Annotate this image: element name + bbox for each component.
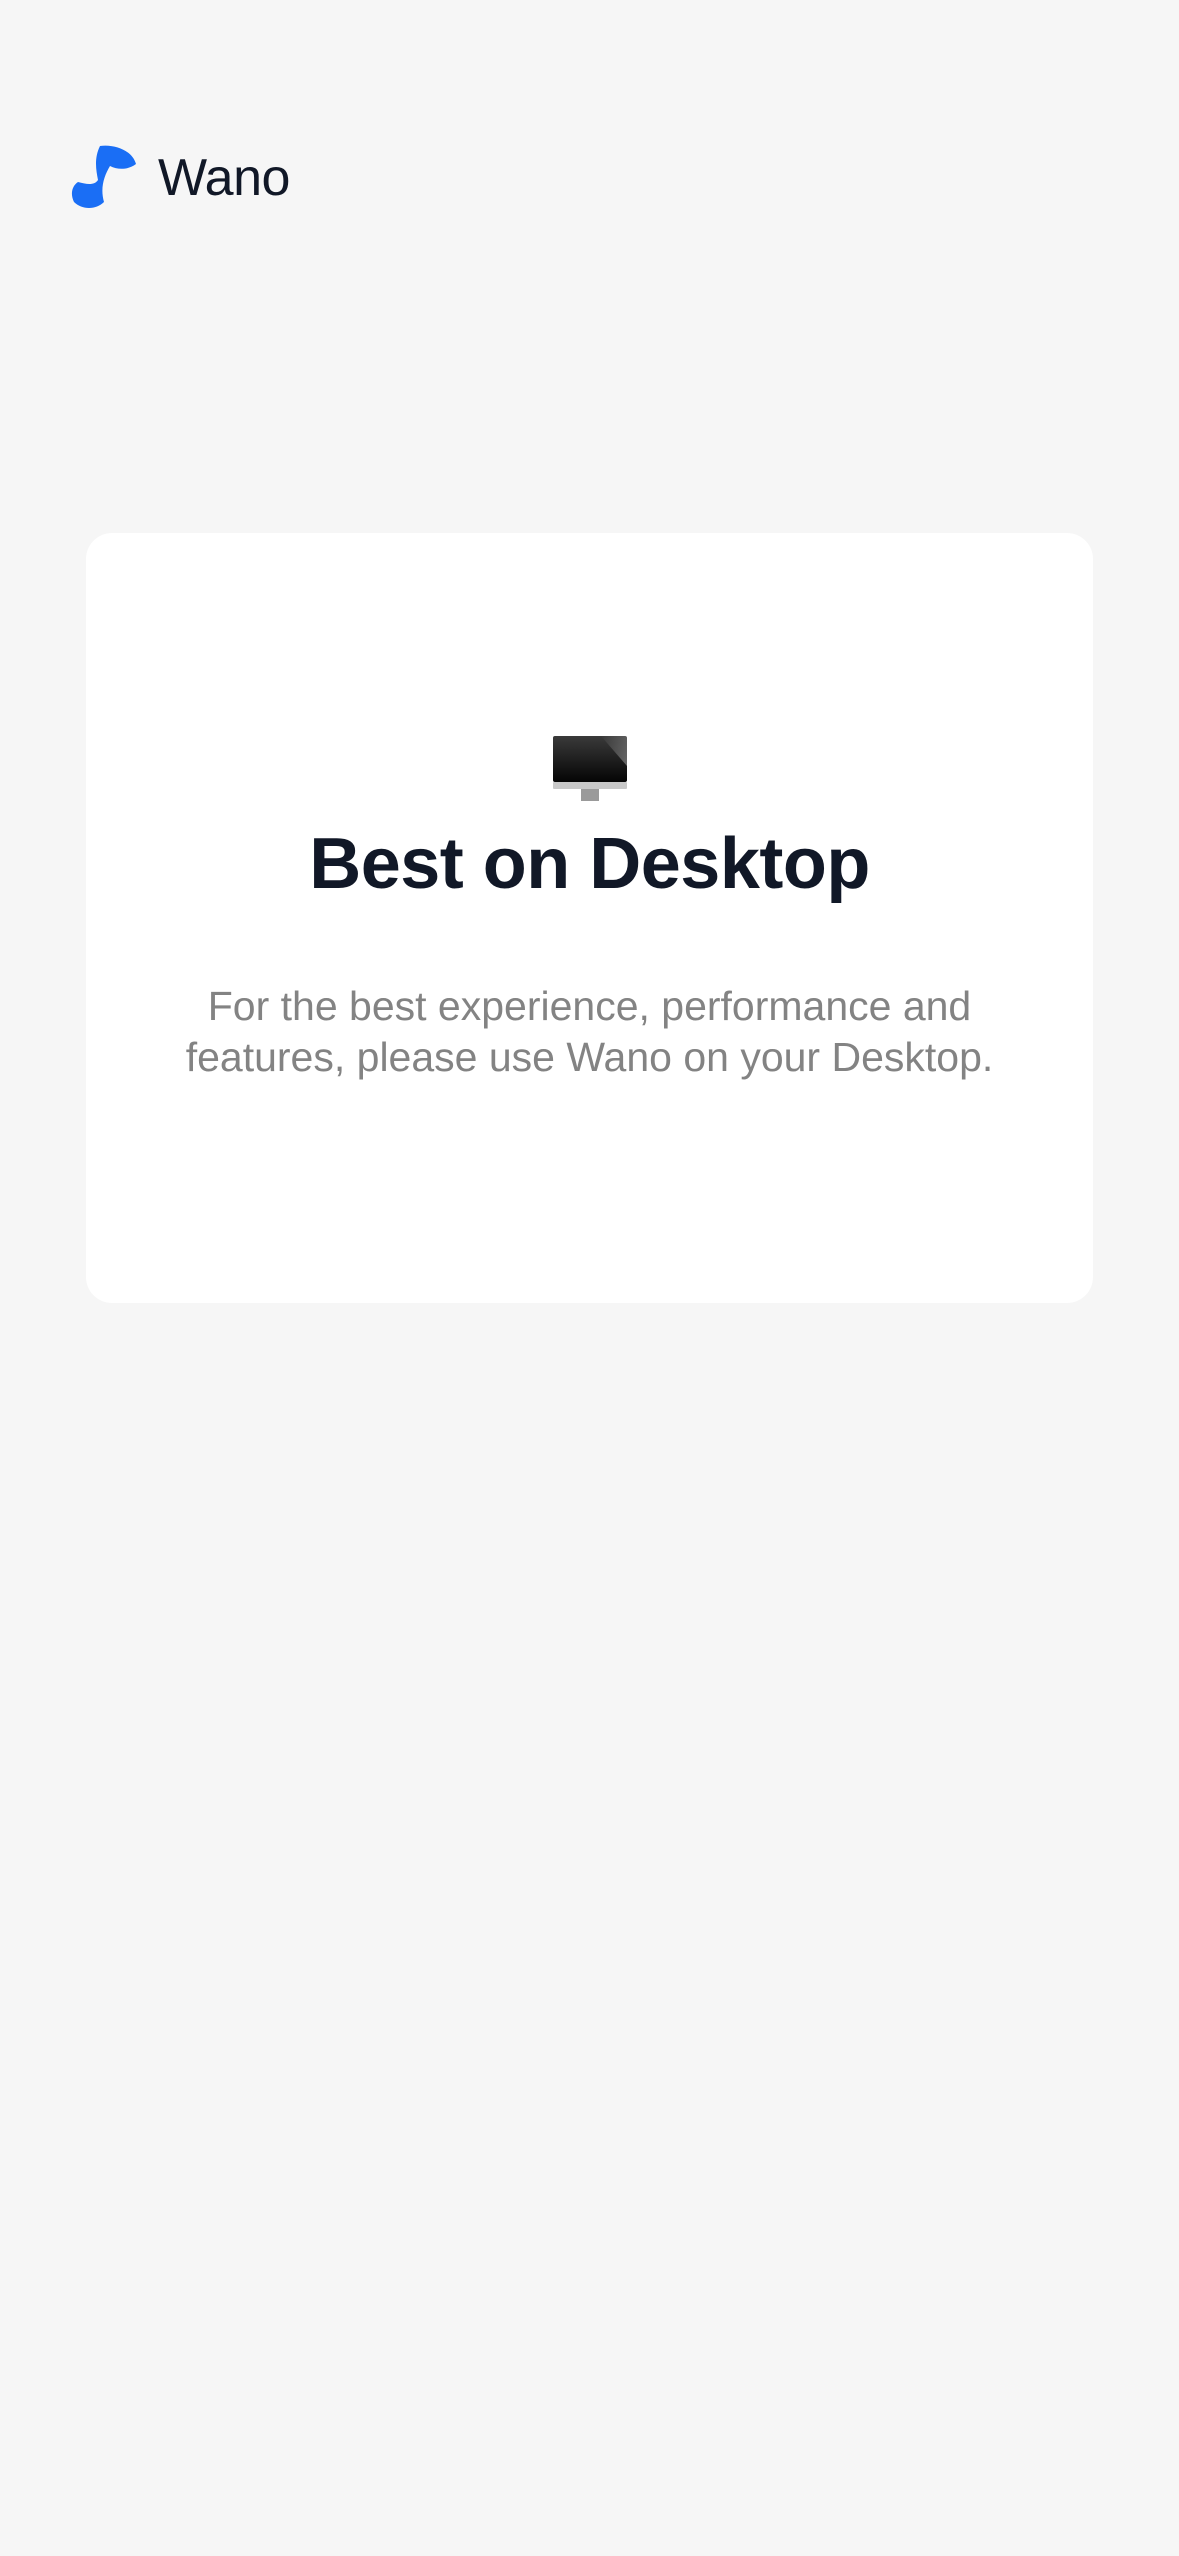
wano-logo-icon: [71, 145, 136, 208]
card-message: For the best experience, performance and…: [185, 983, 994, 1080]
desktop-computer-icon: [552, 736, 627, 801]
desktop-recommendation-card: Best on Desktop For the best experience,…: [86, 533, 1093, 1303]
app-header: Wano: [70, 138, 290, 218]
card-title: Best on Desktop: [309, 824, 870, 904]
brand-name: Wano: [158, 149, 290, 207]
